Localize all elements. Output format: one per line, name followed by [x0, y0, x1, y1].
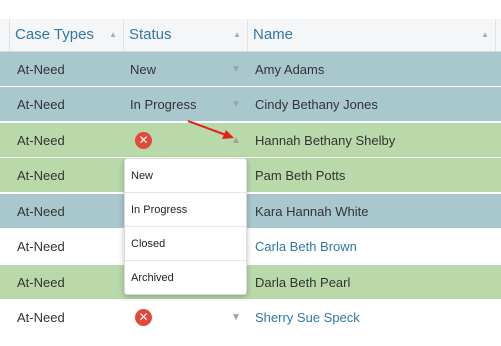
case-type-cell: At-Need — [17, 310, 65, 325]
case-type-cell: At-Need — [17, 239, 65, 254]
status-option-closed[interactable]: Closed — [125, 227, 246, 261]
sort-up-icon[interactable]: ▲ — [233, 19, 241, 51]
name-cell[interactable]: Hannah Bethany Shelby — [255, 123, 395, 158]
table-row[interactable]: At-Need Kara Hannah White — [0, 194, 501, 229]
grid-header: Case Types ▲ Status ▲ Name ▲ — [0, 19, 501, 52]
chevron-down-icon[interactable]: ▼ — [231, 300, 241, 335]
header-scroll-gap — [496, 19, 501, 51]
column-header-case-types[interactable]: Case Types ▲ — [10, 19, 124, 51]
name-link[interactable]: Sherry Sue Speck — [255, 300, 360, 335]
chevron-down-icon[interactable]: ▼ — [231, 52, 241, 87]
case-type-cell: At-Need — [17, 275, 65, 290]
status-option-in-progress[interactable]: In Progress — [125, 193, 246, 227]
name-link[interactable]: Carla Beth Brown — [255, 229, 357, 264]
column-header-status[interactable]: Status ▲ — [124, 19, 248, 51]
column-header-label: Case Types — [15, 26, 94, 43]
red-arrow-icon — [187, 120, 234, 139]
name-cell[interactable]: Amy Adams — [255, 52, 324, 87]
name-cell[interactable]: Kara Hannah White — [255, 194, 368, 229]
case-type-cell: At-Need — [17, 168, 65, 183]
table-row[interactable]: At-Need In Progress ▼ Cindy Bethany Jone… — [0, 87, 501, 122]
table-row[interactable]: At-Need ✕ ▲ Hannah Bethany Shelby — [0, 123, 501, 158]
table-row[interactable]: At-Need New ▼ Amy Adams — [0, 52, 501, 87]
x-circle-icon[interactable]: ✕ — [135, 309, 152, 326]
name-cell[interactable]: Pam Beth Potts — [255, 158, 345, 193]
header-spacer — [0, 19, 10, 51]
column-header-label: Status — [129, 26, 172, 43]
table-row[interactable]: At-Need Darla Beth Pearl — [0, 265, 501, 300]
case-type-cell: At-Need — [17, 62, 65, 77]
status-cell[interactable]: New — [130, 52, 156, 87]
top-bar — [0, 0, 501, 19]
sort-up-icon[interactable]: ▲ — [109, 19, 117, 51]
case-type-cell: At-Need — [17, 97, 65, 112]
sort-up-icon[interactable]: ▲ — [481, 19, 489, 51]
table-row[interactable]: At-Need ✕ ▼ Sherry Sue Speck — [0, 300, 501, 335]
table-row[interactable]: At-Need Carla Beth Brown — [0, 229, 501, 264]
case-type-cell: At-Need — [17, 204, 65, 219]
x-circle-icon[interactable]: ✕ — [135, 132, 152, 149]
chevron-down-icon[interactable]: ▼ — [231, 87, 241, 122]
status-cell[interactable]: In Progress — [130, 87, 196, 122]
name-cell[interactable]: Cindy Bethany Jones — [255, 87, 378, 122]
status-option-new[interactable]: New — [125, 159, 246, 193]
status-dropdown[interactable]: New In Progress Closed Archived — [124, 158, 247, 295]
case-type-cell: At-Need — [17, 133, 65, 148]
status-option-archived[interactable]: Archived — [125, 261, 246, 295]
column-header-name[interactable]: Name ▲ — [248, 19, 496, 51]
column-header-label: Name — [253, 26, 294, 43]
name-cell[interactable]: Darla Beth Pearl — [255, 265, 350, 300]
table-row[interactable]: At-Need Pam Beth Potts — [0, 158, 501, 193]
